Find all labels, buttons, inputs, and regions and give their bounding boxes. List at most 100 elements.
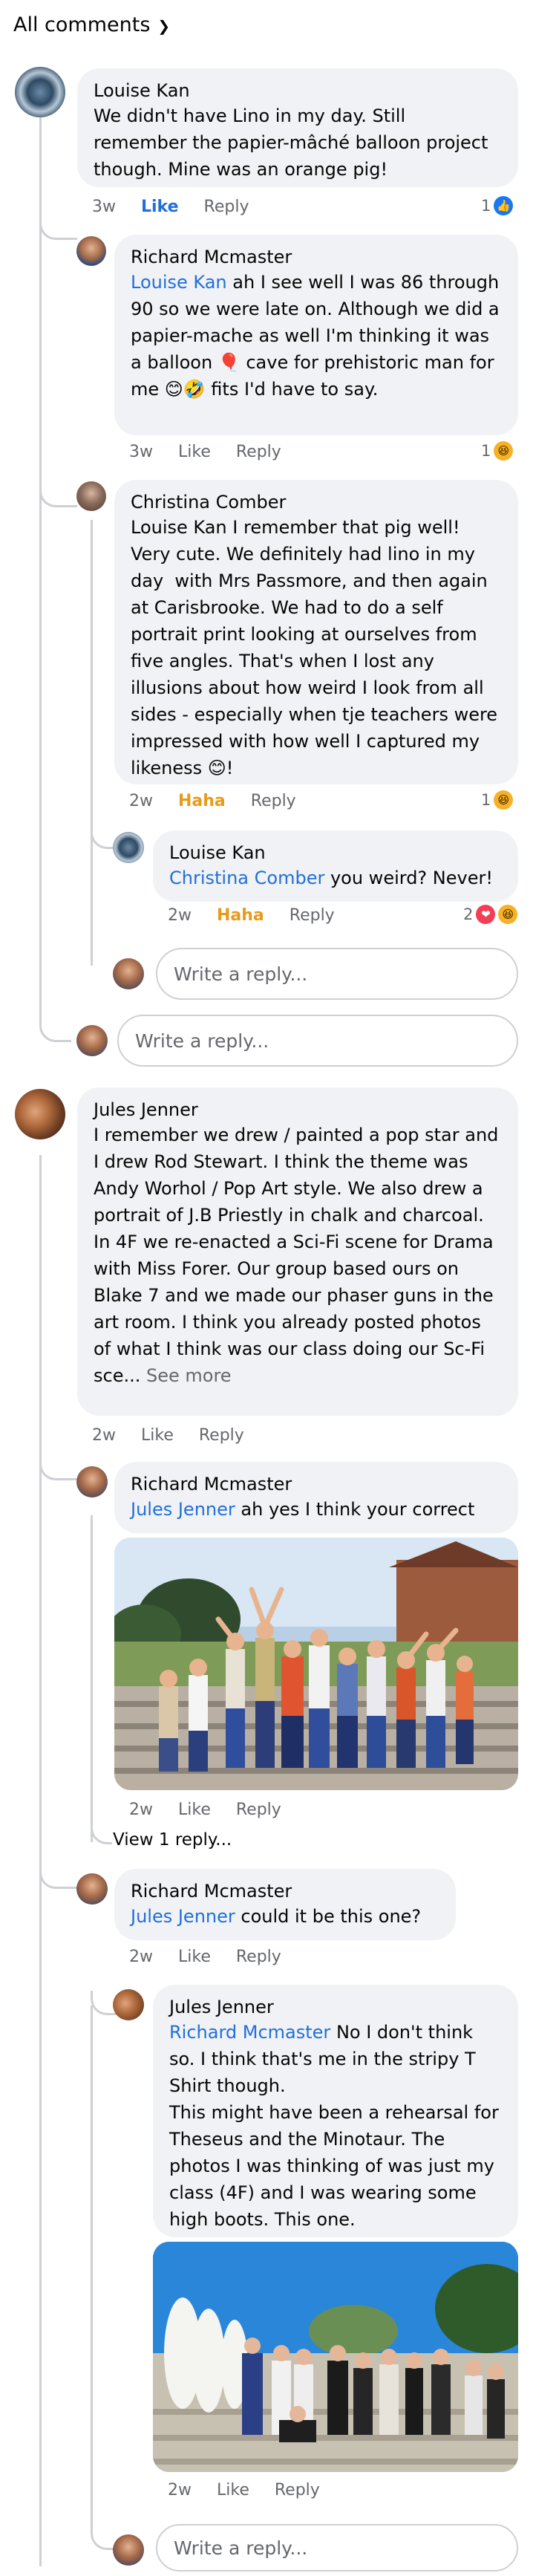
avatar[interactable] [76,1466,108,1497]
comment-author[interactable]: Christina Comber [131,490,502,514]
reply-button[interactable]: Reply [275,2481,320,2499]
comment-author[interactable]: Richard Mcmaster [131,1879,439,1903]
reaction-number: 1 [481,442,491,460]
thread-connector [39,483,77,507]
comment-actions: 2w Like Reply [129,1801,307,1819]
avatar[interactable] [76,236,106,266]
comment-text: ah yes I think your correct [235,1499,475,1520]
like-button[interactable]: Like [141,198,179,216]
reply-button[interactable]: Reply [290,906,335,925]
comment-bubble: Richard Mcmaster Jules Jenner could it b… [114,1869,456,1940]
comment-text: Louise Kan I remember that pig well! Ver… [131,517,503,778]
avatar[interactable] [76,481,106,511]
comment-actions: 2w Like Reply [168,2481,345,2499]
comment-actions: 3w Like Reply [92,198,274,216]
comment-author[interactable]: Richard Mcmaster [131,1472,502,1496]
mention-link[interactable]: Richard Mcmaster [169,2022,330,2043]
attached-photo[interactable] [114,1538,518,1790]
reaction-number: 1 [481,197,491,215]
comment-time[interactable]: 3w [129,443,153,461]
reply-button[interactable]: Reply [236,1948,281,1966]
mention-link[interactable]: Christina Comber [169,868,324,888]
reply-button[interactable]: Reply [236,1801,281,1819]
avatar[interactable] [15,1089,65,1139]
mention-link[interactable]: Jules Jenner [131,1499,235,1520]
reply-button[interactable]: Reply [236,443,281,461]
like-reaction-icon: 👍 [494,196,514,215]
mention-link[interactable]: Jules Jenner [131,1906,235,1927]
comment-time[interactable]: 3w [92,198,116,216]
reaction-count[interactable]: 2 ❤ 😆 [463,905,518,924]
avatar[interactable] [113,832,144,863]
view-replies-link[interactable]: View 1 reply... [113,1830,232,1850]
reaction-count[interactable]: 1 😆 [481,790,514,810]
mention-link[interactable]: Louise Kan [131,272,227,293]
haha-reaction-icon: 😆 [498,905,518,924]
comment-bubble: Richard Mcmaster Jules Jenner ah yes I t… [114,1462,518,1533]
reply-placeholder: Write a reply... [174,963,308,985]
avatar[interactable] [76,1873,108,1905]
comment-time[interactable]: 2w [168,906,192,925]
comment-time[interactable]: 2w [129,1801,153,1819]
thread-connector [39,995,71,1042]
thread-line [91,2006,93,2525]
attached-photo[interactable] [153,2242,518,2472]
comment-text: I remember we drew / painted a pop star … [94,1125,499,1386]
reply-button[interactable]: Reply [204,198,249,216]
like-button[interactable]: Like [178,443,211,461]
haha-button[interactable]: Haha [178,792,226,810]
comment-actions: 2w Haha Reply [129,792,321,810]
comment-time[interactable]: 2w [129,792,153,810]
comment-text: We didn't have Lino in my day. Still rem… [94,105,494,180]
thread-connector [39,1456,77,1480]
comment-time[interactable]: 2w [129,1948,153,1966]
like-button[interactable]: Like [217,2481,249,2499]
avatar[interactable] [15,67,65,117]
comment-actions: 2w Like Reply [92,1426,269,1445]
thread-connector [39,215,77,240]
comment-bubble: Richard Mcmaster Louise Kan ah I see wel… [114,235,518,435]
comment-text: No I don't think so. I think that's me i… [169,2022,499,2230]
comment-bubble: Louise Kan Christina Comber you weird? N… [153,830,518,902]
reply-input[interactable]: Write a reply... [117,1015,518,1067]
reaction-number: 2 [463,905,474,923]
comment-author[interactable]: Louise Kan [169,841,502,865]
thread-connector [91,1820,112,1844]
see-more-link[interactable]: See more [146,1365,232,1386]
comment-time[interactable]: 2w [92,1426,116,1445]
reply-placeholder: Write a reply... [174,2537,308,2559]
comment-text: could it be this one? [235,1906,422,1927]
like-button[interactable]: Like [141,1426,174,1445]
comment-bubble: Jules Jenner I remember we drew / painte… [77,1087,518,1416]
comment-bubble: Louise Kan We didn't have Lino in my day… [77,68,518,187]
current-user-avatar [113,958,144,989]
thread-line [39,100,42,1021]
love-reaction-icon: ❤ [476,905,496,924]
comment-actions: 2w Like Reply [129,1948,307,1966]
like-button[interactable]: Like [178,1948,211,1966]
thread-line [91,520,93,966]
current-user-avatar [76,1025,108,1056]
comment-time[interactable]: 2w [168,2481,192,2499]
reply-input[interactable]: Write a reply... [156,948,518,1000]
reply-placeholder: Write a reply... [135,1030,269,1052]
reply-button[interactable]: Reply [251,792,296,810]
reaction-count[interactable]: 1 😆 [481,441,514,461]
reply-button[interactable]: Reply [199,1426,244,1445]
comment-actions: 2w Haha Reply [168,906,360,925]
comment-author[interactable]: Richard Mcmaster [131,245,502,269]
thread-connector [39,1857,77,1889]
avatar[interactable] [113,1989,144,2020]
comment-author[interactable]: Jules Jenner [169,1995,502,2019]
reaction-number: 1 [481,791,491,809]
comment-author[interactable]: Jules Jenner [94,1098,502,1122]
reaction-count[interactable]: 1 👍 [481,196,514,215]
haha-reaction-icon: 😆 [494,441,514,461]
haha-button[interactable]: Haha [217,906,264,925]
comment-text: you weird? Never! [324,868,493,888]
comment-author[interactable]: Louise Kan [94,79,502,103]
thread-line [91,1515,93,1842]
comments-filter[interactable]: All comments ❯ [13,13,170,36]
like-button[interactable]: Like [178,1801,211,1819]
reply-input[interactable]: Write a reply... [156,2524,518,2572]
